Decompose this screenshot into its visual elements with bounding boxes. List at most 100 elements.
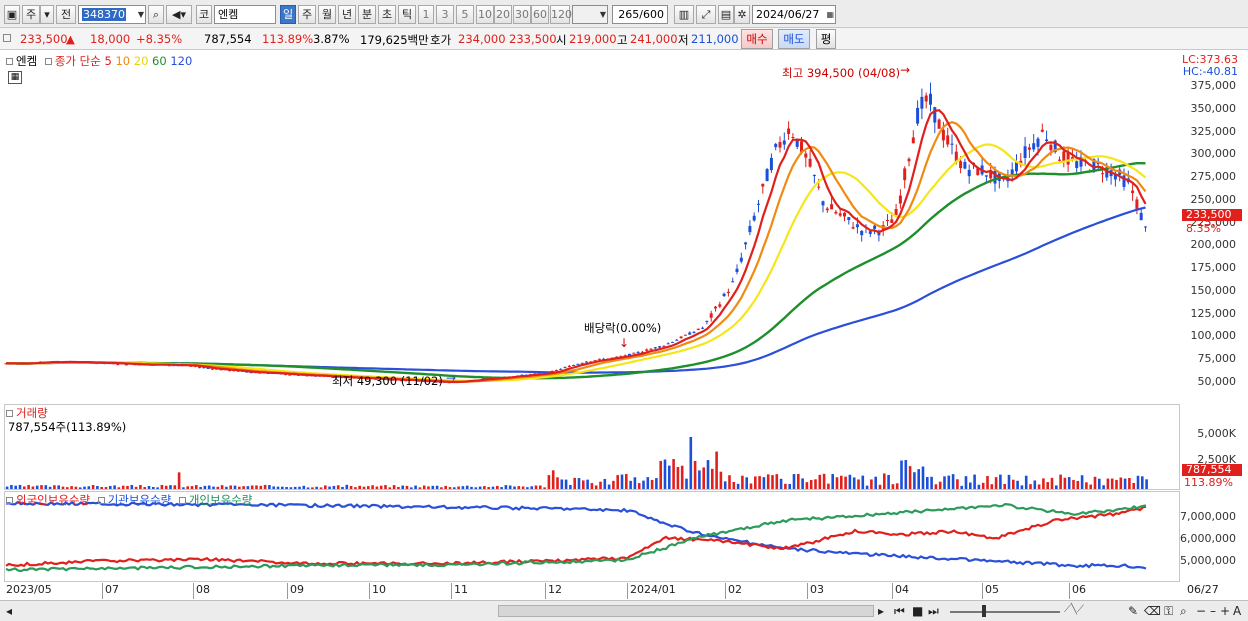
price-pane[interactable] <box>4 52 1180 402</box>
scroll-left-icon[interactable]: ◂ <box>6 604 12 618</box>
chevron-down-icon[interactable]: ▼ <box>138 6 144 23</box>
scroll-right-icon[interactable]: ▸ <box>878 604 884 618</box>
volume-bar <box>990 484 994 489</box>
zoom-in-icon[interactable]: + <box>1220 604 1230 618</box>
num-1-button[interactable]: 1 <box>418 5 434 24</box>
stop-icon[interactable]: ■ <box>912 604 923 618</box>
period-day-button[interactable]: 일 <box>280 5 296 24</box>
chevron-down-icon[interactable]: ▾ <box>40 5 54 24</box>
period-second-button[interactable]: 초 <box>378 5 396 24</box>
gear-icon[interactable]: ✲ <box>734 5 750 24</box>
zoom-slider-handle[interactable] <box>982 605 986 617</box>
search-icon[interactable]: ⌕ <box>1180 604 1187 619</box>
market2-button[interactable]: 코 <box>196 5 212 24</box>
x-axis-tick <box>807 583 808 599</box>
candle-body <box>1075 161 1079 168</box>
num-20-button[interactable]: 20 <box>494 5 512 24</box>
search-icon[interactable]: ⌕ <box>148 5 164 24</box>
prev-button[interactable]: 전 <box>56 5 76 24</box>
legend-checkbox[interactable] <box>178 497 186 504</box>
volume-pane[interactable] <box>4 404 1180 490</box>
volume-bar <box>766 474 770 489</box>
period-tick-button[interactable]: 틱 <box>398 5 416 24</box>
candle-body <box>1066 152 1070 165</box>
period-week-button[interactable]: 주 <box>298 5 316 24</box>
volume-bar <box>66 487 69 489</box>
ma60-legend: 60 <box>152 54 167 68</box>
calendar-icon[interactable]: ▦ <box>826 6 834 23</box>
volume-bar <box>487 487 490 489</box>
volume-bar <box>422 485 426 489</box>
legend-checkbox[interactable] <box>6 497 13 504</box>
draw-tools-icon[interactable]: ⟋╲⟋ <box>1064 604 1084 615</box>
stock-code-value: 348370 <box>82 8 126 21</box>
foreign-holding-legend: 외국인보유수량 <box>16 493 91 507</box>
legend-checkbox[interactable] <box>6 58 13 65</box>
x-axis-label: 08 <box>196 583 210 596</box>
volume-bar <box>646 477 650 489</box>
volume-bar <box>152 486 155 489</box>
draw-tool-icon[interactable]: ⤢ <box>696 5 716 24</box>
font-size-icon[interactable]: A <box>1233 604 1241 618</box>
num-30-button[interactable]: 30 <box>513 5 531 24</box>
market-button[interactable]: 주 <box>22 5 40 24</box>
volume-bar <box>255 485 258 489</box>
first-page-icon[interactable]: ⏮ <box>894 604 905 619</box>
candle-body <box>761 183 765 187</box>
date-field[interactable]: 2024/06/27 ▦ <box>752 5 836 24</box>
save-icon[interactable]: ▤ <box>718 5 734 24</box>
zoom-slider[interactable] <box>950 611 1060 613</box>
volume-bar <box>289 487 293 489</box>
stock-name-field[interactable]: 엔켐 <box>214 5 276 24</box>
num-120-button[interactable]: 120 <box>550 5 572 24</box>
candle-body <box>1023 146 1027 158</box>
legend-checkbox[interactable] <box>6 410 13 417</box>
cursor-icon[interactable]: ✎ <box>1128 604 1138 618</box>
num-5-button[interactable]: 5 <box>456 5 474 24</box>
layout-icon[interactable]: ▣ <box>4 5 20 24</box>
turnover-rate: 3.87% <box>313 32 350 46</box>
volume-bar <box>754 476 757 489</box>
stock-code-input[interactable]: 348370 ▼ <box>78 5 146 24</box>
num-60-button[interactable]: 60 <box>531 5 549 24</box>
speaker-icon[interactable]: ◀▾ <box>166 5 192 24</box>
count-value: 265 <box>618 8 640 21</box>
volume-bar <box>517 486 521 489</box>
period-year-button[interactable]: 년 <box>338 5 356 24</box>
price-axis: LC:373.63 HC:-40.81 375,000 350,000 325,00… <box>1180 52 1244 402</box>
ma20-line <box>6 143 1147 382</box>
volume-bar <box>1110 478 1114 489</box>
grid-table-icon[interactable]: ▦ <box>8 71 22 84</box>
collapse-icon[interactable] <box>3 34 11 42</box>
period-month-button[interactable]: 월 <box>318 5 336 24</box>
legend-checkbox[interactable] <box>97 497 105 504</box>
volume-bar <box>1136 475 1140 489</box>
candle-body <box>1131 190 1135 194</box>
legend-checkbox[interactable] <box>44 58 52 65</box>
volume-bar <box>1089 484 1092 489</box>
lock-icon[interactable]: ⚿ <box>1164 604 1173 619</box>
custom-period-select[interactable]: ▼ <box>572 5 608 24</box>
count-field[interactable]: 265/600 <box>612 5 668 24</box>
candle-body <box>950 143 954 145</box>
x-axis-tick <box>369 583 370 599</box>
buy-button[interactable]: 매수 <box>741 29 773 49</box>
volume-bar <box>508 485 512 489</box>
price-y-tick: 350,000 <box>1190 101 1237 115</box>
volume-bar <box>341 486 344 489</box>
volume-bar <box>100 486 103 489</box>
volume-bar <box>61 486 65 489</box>
next-page-icon[interactable]: ⏭ <box>928 604 939 619</box>
zoom-out-icon[interactable]: − <box>1196 604 1206 618</box>
sell-button[interactable]: 매도 <box>778 29 810 49</box>
chart-tool-icon[interactable]: ▥ <box>674 5 694 24</box>
volume-bar <box>848 474 852 489</box>
scrollbar-thumb[interactable] <box>498 605 874 617</box>
num-10-button[interactable]: 10 <box>476 5 494 24</box>
period-minute-button[interactable]: 분 <box>358 5 376 24</box>
volume-bar <box>143 487 146 489</box>
eraser-icon[interactable]: ⌫ <box>1144 604 1161 618</box>
num-3-button[interactable]: 3 <box>436 5 454 24</box>
open-price: 219,000 <box>569 32 617 46</box>
eval-button[interactable]: 평 <box>816 29 836 49</box>
